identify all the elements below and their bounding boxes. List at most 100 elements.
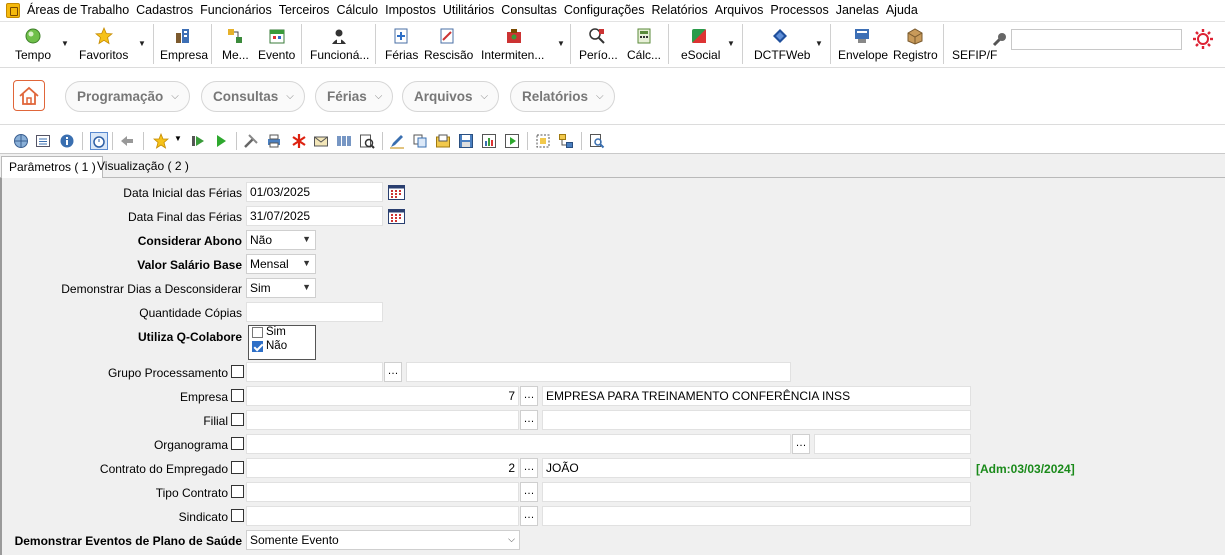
brush-icon[interactable] [991,30,1009,48]
search-input[interactable] [1011,29,1182,50]
quantidade-copias-input[interactable] [246,302,383,322]
favoritos-button[interactable]: Favoritos [77,24,133,64]
nav-relatorios[interactable]: Relatórios ⌵ [510,81,615,112]
grupo-processamento-lookup-button[interactable]: … [384,362,402,382]
menu-janelas[interactable]: Janelas [836,3,886,17]
tipo-contrato-checkbox[interactable] [231,485,244,498]
sindicato-checkbox[interactable] [231,509,244,522]
favoritos-dropdown-icon[interactable]: ▼ [138,39,146,48]
calendar-icon[interactable] [388,208,405,224]
edit-icon[interactable] [389,133,405,149]
info-icon[interactable] [59,133,75,149]
tab-parametros[interactable]: Parâmetros ( 1 ) [1,156,103,179]
menu-consultas[interactable]: Consultas [501,3,564,17]
envelope-button[interactable]: Envelope [836,24,888,64]
menu-configuracoes[interactable]: Configurações [564,3,652,17]
menu-ajuda[interactable]: Ajuda [886,3,925,17]
grupo-processamento-desc[interactable] [406,362,791,382]
report-icon[interactable] [481,133,497,149]
tools-icon[interactable] [243,133,259,149]
asterisk-icon[interactable] [291,133,307,149]
tipo-contrato-code[interactable] [246,482,519,502]
data-final-input[interactable]: 31/07/2025 [246,206,383,226]
esocial-button[interactable]: eSocial [677,24,723,64]
organograma-code[interactable] [246,434,791,454]
menu-utilitarios[interactable]: Utilitários [443,3,501,17]
zoom-icon[interactable] [589,133,605,149]
filial-lookup-button[interactable]: … [520,410,538,430]
checkbox-checked[interactable] [252,341,263,352]
copy-icon[interactable] [412,133,428,149]
home-button[interactable] [13,80,45,111]
play-icon[interactable] [213,133,229,149]
tipo-contrato-lookup-button[interactable]: … [520,482,538,502]
demonstrar-dias-select[interactable]: Sim ▼ [246,278,316,298]
organograma-lookup-button[interactable]: … [792,434,810,454]
export-folder-icon[interactable] [435,133,451,149]
tab-visualizacao[interactable]: Visualização ( 2 ) [90,156,195,178]
intermitente-button[interactable]: Intermiten... [478,24,550,64]
dctfweb-dropdown-icon[interactable]: ▼ [815,39,823,48]
organograma-checkbox[interactable] [231,437,244,450]
list-icon[interactable] [35,133,51,149]
gear-icon[interactable] [1192,28,1214,50]
mail-icon[interactable] [313,133,329,149]
printer-icon[interactable] [266,133,282,149]
tipo-contrato-desc[interactable] [542,482,971,502]
grupo-processamento-code[interactable] [246,362,383,382]
tempo-button[interactable]: Tempo [10,24,58,64]
menu-calculo[interactable]: Cálculo [336,3,385,17]
back-icon[interactable] [119,133,135,149]
intermitente-dropdown-icon[interactable]: ▼ [557,39,565,48]
contrato-lookup-button[interactable]: … [520,458,538,478]
tree-icon[interactable] [558,133,574,149]
contrato-checkbox[interactable] [231,461,244,474]
calendar-icon[interactable] [388,184,405,200]
nav-consultas[interactable]: Consultas ⌵ [201,81,305,112]
qcolabore-option-sim[interactable]: Sim [249,326,315,340]
tempo-dropdown-icon[interactable]: ▼ [61,39,69,48]
favorite-star-icon[interactable] [153,133,169,149]
empresa-checkbox[interactable] [231,389,244,402]
dctfweb-button[interactable]: DCTFWeb [752,24,810,64]
considerar-abono-select[interactable]: Não ▼ [246,230,316,250]
menu-areas-de-trabalho[interactable]: Áreas de Trabalho [27,3,136,17]
globe-help-icon[interactable] [13,133,29,149]
empresa-desc[interactable]: EMPRESA PARA TREINAMENTO CONFERÊNCIA INS… [542,386,971,406]
preview-icon[interactable] [359,133,375,149]
calculo-button[interactable]: Cálc... [624,24,664,64]
evento-button[interactable]: Evento [256,24,298,64]
periodo-button[interactable]: Perío... [576,24,620,64]
registro-button[interactable]: Registro [890,24,940,64]
grupo-processamento-checkbox[interactable] [231,365,244,378]
nav-programacao[interactable]: Programação ⌵ [65,81,190,112]
contrato-desc[interactable]: JOÃO [542,458,971,478]
stopwatch-icon[interactable] [90,132,108,150]
execute-step-icon[interactable] [190,133,206,149]
favorite-dropdown-icon[interactable]: ▼ [174,134,182,143]
funcionario-button[interactable]: Funcioná... [308,24,370,64]
menu-processos[interactable]: Processos [770,3,835,17]
menu-button[interactable]: Me... [218,24,252,64]
nav-ferias[interactable]: Férias ⌵ [315,81,394,112]
ferias-button[interactable]: Férias [382,24,420,64]
menu-arquivos[interactable]: Arquivos [715,3,771,17]
data-inicial-input[interactable]: 01/03/2025 [246,182,383,202]
menu-cadastros[interactable]: Cadastros [136,3,200,17]
filial-code[interactable] [246,410,519,430]
nav-arquivos[interactable]: Arquivos ⌵ [402,81,500,112]
save-icon[interactable] [458,133,474,149]
barcode-icon[interactable] [336,133,352,149]
organograma-desc[interactable] [814,434,971,454]
menu-terceiros[interactable]: Terceiros [279,3,337,17]
sindicato-desc[interactable] [542,506,971,526]
sindicato-code[interactable] [246,506,519,526]
empresa-code[interactable]: 7 [246,386,519,406]
filial-checkbox[interactable] [231,413,244,426]
run-report-icon[interactable] [504,133,520,149]
esocial-dropdown-icon[interactable]: ▼ [727,39,735,48]
valor-salario-select[interactable]: Mensal ▼ [246,254,316,274]
sindicato-lookup-button[interactable]: … [520,506,538,526]
menu-relatorios[interactable]: Relatórios [651,3,714,17]
empresa-button[interactable]: Empresa [158,24,208,64]
